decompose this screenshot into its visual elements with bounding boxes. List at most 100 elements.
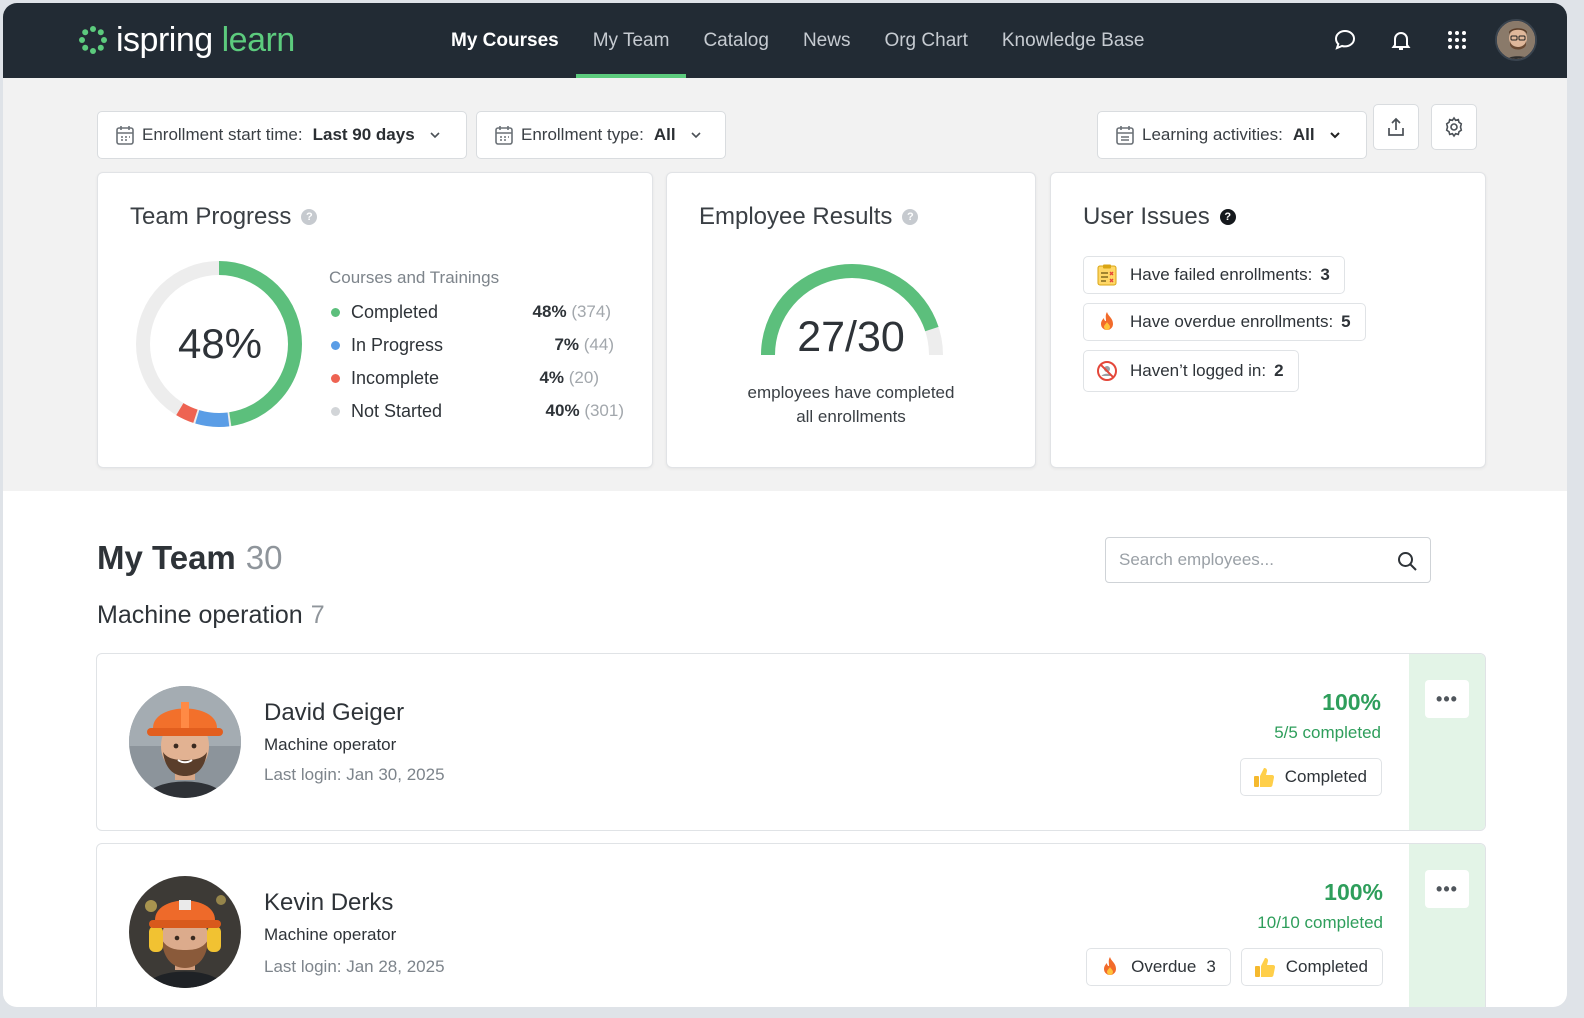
overdue-badge[interactable]: Overdue 3	[1086, 948, 1231, 986]
export-icon	[1388, 117, 1404, 136]
employee-card[interactable]: David Geiger Machine operator Last login…	[96, 653, 1486, 831]
top-navigation-bar: ispring learn My Courses My Team Catalog…	[3, 3, 1567, 78]
settings-button[interactable]	[1431, 104, 1477, 150]
thumbs-up-icon	[1254, 956, 1276, 978]
employee-completed-count: 10/10 completed	[1257, 913, 1383, 932]
issue-count: 3	[1320, 265, 1330, 284]
user-issues-title-text: User Issues	[1083, 203, 1210, 230]
legend-count: (44)	[583, 335, 614, 354]
issue-label: Have overdue enrollments:	[1130, 312, 1334, 331]
more-options-button[interactable]: •••	[1425, 680, 1469, 718]
export-button[interactable]	[1373, 104, 1419, 150]
nav-my-team[interactable]: My Team	[575, 3, 687, 78]
legend-label: In Progress	[351, 334, 444, 355]
employee-card[interactable]: Kevin Derks Machine operator Last login:…	[96, 843, 1486, 1007]
team-progress-title: Team Progress ?	[130, 203, 318, 231]
employee-results-title-text: Employee Results	[699, 203, 893, 230]
learning-activities-label: Learning activities:	[1142, 125, 1283, 144]
employee-photo	[129, 876, 241, 988]
main-nav: My Courses My Team Catalog News Org Char…	[451, 3, 1161, 78]
nav-my-courses[interactable]: My Courses	[451, 3, 576, 78]
legend-percent: 7%	[554, 335, 580, 354]
no-login-icon	[1096, 360, 1118, 382]
employee-photo	[129, 686, 241, 798]
legend-count: (20)	[568, 368, 599, 387]
badge-count: 3	[1206, 957, 1216, 976]
employee-progress-percent: 100%	[1324, 879, 1383, 905]
caption-line-2: all enrollments	[796, 407, 906, 426]
team-progress-card: Team Progress ? 48% Courses and Training…	[97, 172, 653, 468]
badge-label: Overdue	[1131, 957, 1197, 976]
enrollment-start-filter[interactable]: Enrollment start time: Last 90 days	[97, 111, 467, 159]
chevron-down-icon	[691, 132, 701, 139]
team-section: My Team30 Machine operation7	[3, 491, 1567, 1007]
calendar-icon	[1116, 126, 1134, 145]
nav-catalog[interactable]: Catalog	[686, 3, 786, 78]
fire-icon	[1099, 956, 1121, 978]
enrollment-type-label: Enrollment type:	[521, 125, 644, 144]
enrollment-start-label: Enrollment start time:	[142, 125, 303, 144]
issue-overdue-enrollments[interactable]: Have overdue enrollments: 5	[1083, 303, 1366, 341]
legend-count: (301)	[584, 401, 624, 420]
fire-icon	[1096, 311, 1118, 333]
employee-badges: Overdue 3 Completed	[1076, 948, 1383, 986]
chat-icon[interactable]	[1333, 28, 1357, 52]
legend-label: Not Started	[351, 400, 443, 421]
user-avatar[interactable]	[1495, 19, 1537, 61]
employee-last-login: Last login: Jan 28, 2025	[264, 957, 445, 976]
employee-last-login: Last login: Jan 30, 2025	[264, 765, 445, 784]
calendar-icon	[495, 126, 513, 145]
chevron-down-icon	[1329, 132, 1340, 139]
issue-label: Have failed enrollments:	[1130, 265, 1313, 284]
more-options-button[interactable]: •••	[1425, 870, 1469, 908]
chevron-down-icon	[430, 132, 440, 139]
search-input[interactable]	[1106, 538, 1386, 582]
employee-results-value: 27/30	[797, 313, 905, 361]
legend-row-in-progress[interactable]: In Progress 7% (44)	[331, 334, 621, 356]
issue-count: 5	[1341, 312, 1351, 331]
employee-results-card: Employee Results ? 27/30 employees have …	[666, 172, 1036, 468]
group-count: 7	[310, 601, 325, 629]
employee-name[interactable]: David Geiger	[264, 699, 404, 727]
caption-line-1: employees have completed	[747, 383, 955, 402]
completed-badge[interactable]: Completed	[1240, 948, 1383, 986]
legend-dot	[331, 406, 340, 416]
bell-icon[interactable]	[1389, 28, 1413, 52]
nav-news[interactable]: News	[786, 3, 868, 78]
ispring-learn-logo[interactable]: ispring learn	[78, 23, 295, 57]
employee-search	[1105, 537, 1431, 583]
legend-dot	[331, 307, 340, 317]
badge-label: Completed	[1285, 957, 1368, 976]
apps-grid-icon[interactable]	[1445, 28, 1469, 52]
employee-progress-percent: 100%	[1322, 689, 1381, 715]
group-heading[interactable]: Machine operation 7	[97, 601, 325, 630]
team-count: 30	[245, 539, 283, 576]
help-icon[interactable]: ?	[301, 209, 318, 225]
nav-knowledge-base[interactable]: Knowledge Base	[985, 3, 1162, 78]
employee-name[interactable]: Kevin Derks	[264, 889, 393, 917]
calendar-icon	[116, 126, 134, 145]
employee-completed-count: 5/5 completed	[1274, 723, 1381, 742]
learning-activities-value: All	[1292, 125, 1315, 144]
help-icon[interactable]: ?	[902, 209, 919, 225]
employee-role: Machine operator	[264, 735, 397, 754]
app-window: ispring learn My Courses My Team Catalog…	[3, 3, 1567, 1007]
nav-org-chart[interactable]: Org Chart	[867, 3, 984, 78]
logo-text-learn: learn	[221, 21, 296, 59]
search-icon[interactable]	[1396, 550, 1418, 572]
legend-row-not-started[interactable]: Not Started 40% (301)	[331, 400, 624, 422]
team-heading: My Team 30	[97, 539, 283, 577]
issue-not-logged-in[interactable]: Haven’t logged in: 2	[1083, 350, 1299, 392]
top-actions	[1301, 19, 1537, 61]
enrollment-type-filter[interactable]: Enrollment type: All	[476, 111, 726, 159]
issue-count: 2	[1274, 361, 1284, 380]
legend-row-completed[interactable]: Completed 48% (374)	[331, 301, 621, 323]
legend-row-incomplete[interactable]: Incomplete 4% (20)	[331, 367, 621, 389]
gear-icon	[1445, 116, 1463, 138]
employee-role: Machine operator	[264, 925, 397, 944]
help-icon[interactable]: ?	[1219, 209, 1236, 225]
issue-failed-enrollments[interactable]: Have failed enrollments: 3	[1083, 256, 1345, 294]
thumbs-up-icon	[1253, 766, 1275, 788]
completed-badge[interactable]: Completed	[1239, 758, 1382, 796]
learning-activities-filter[interactable]: Learning activities: All	[1097, 111, 1367, 159]
